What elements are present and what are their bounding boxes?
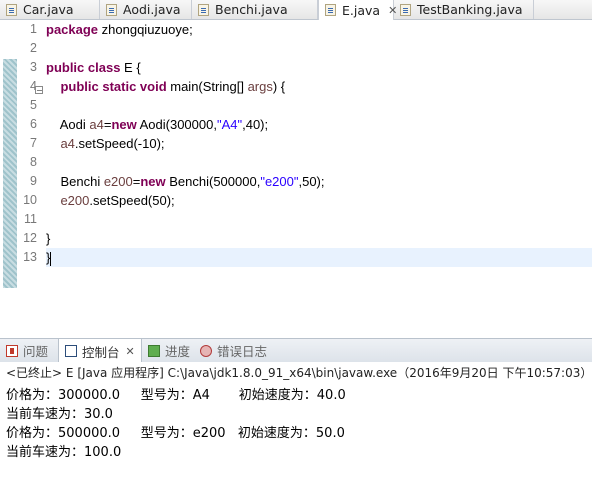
text-caret xyxy=(50,251,52,266)
line-number: 2 xyxy=(30,41,37,55)
line-number: 10 xyxy=(23,193,37,207)
code-line: e200.setSpeed(50); xyxy=(46,191,592,210)
console-output-line: 当前车速为：100.0 xyxy=(6,445,122,460)
line-number: 12 xyxy=(23,231,37,245)
line-number: 11 xyxy=(24,212,37,226)
tab-aodi-java[interactable]: Aodi.java xyxy=(100,0,192,19)
line-number: 13 xyxy=(23,250,37,264)
console-icon xyxy=(65,345,77,357)
code-text-span: zhongqiuzuoye; xyxy=(98,22,193,37)
line-number: 5 xyxy=(30,98,37,112)
variable: a4 xyxy=(89,117,104,132)
tab-label: 错误日志 xyxy=(217,344,268,359)
problems-icon xyxy=(6,344,18,357)
tab-car-java[interactable]: Car.java xyxy=(0,0,100,19)
view-tab-bar: 问题 控制台 ✕ 进度 错误日志 xyxy=(0,338,592,363)
line-number: 7 xyxy=(30,136,37,150)
java-file-icon xyxy=(325,4,336,16)
line-number: 4 xyxy=(30,79,37,93)
code-text-span: Aodi(300000, xyxy=(136,117,217,132)
tab-label: 控制台 xyxy=(82,344,120,360)
tab-label: 进度 xyxy=(165,344,191,359)
code-line: Benchi e200=new Benchi(500000,"e200",50)… xyxy=(46,172,592,191)
code-text-span: Benchi(500000, xyxy=(165,174,261,189)
variable: e200 xyxy=(60,193,90,208)
console-status-line: <已终止> E [Java 应用程序] C:\Java\jdk1.8.0_91_… xyxy=(6,366,592,380)
variable: e200 xyxy=(103,174,133,189)
progress-icon xyxy=(148,344,160,357)
java-file-icon xyxy=(198,3,209,16)
tab-problems[interactable]: 问题 xyxy=(6,339,48,362)
fold-collapse-icon[interactable]: − xyxy=(35,86,43,95)
tab-label: TestBanking.java xyxy=(417,2,523,17)
console-output-line: 当前车速为：30.0 xyxy=(6,407,113,422)
code-line: public static void main(String[] args) { xyxy=(46,77,592,96)
code-line: Aodi a4=new Aodi(300000,"A4",40); xyxy=(46,115,592,134)
code-text-span: Aodi xyxy=(59,117,90,132)
tab-error-log[interactable]: 错误日志 xyxy=(200,339,267,362)
java-file-icon xyxy=(6,3,17,16)
tab-label: Benchi.java xyxy=(215,2,288,17)
keyword: public static void xyxy=(60,79,167,94)
code-line: } xyxy=(46,229,592,248)
tab-progress[interactable]: 进度 xyxy=(148,339,190,362)
code-text-span: .setSpeed(50); xyxy=(89,193,175,208)
tab-benchi-java[interactable]: Benchi.java xyxy=(192,0,318,19)
string-literal: "e200" xyxy=(260,174,299,189)
code-text-span: ,40); xyxy=(242,117,269,132)
code-line: a4.setSpeed(-10); xyxy=(46,134,592,153)
line-number: 8 xyxy=(30,155,37,169)
tab-label: Car.java xyxy=(23,2,74,17)
code-text-span: .setSpeed(-10); xyxy=(74,136,165,151)
line-number: 3 xyxy=(30,60,37,74)
java-file-icon xyxy=(106,3,117,16)
keyword: public class xyxy=(46,60,121,75)
keyword: package xyxy=(46,22,99,37)
code-text-span: E { xyxy=(120,60,141,75)
variable: args xyxy=(247,79,273,94)
console-output-line: 价格为：500000.0 型号为：e200 初始速度为：50.0 xyxy=(6,426,345,441)
editor-tab-bar: Car.java Aodi.java Benchi.java E.java ✕ … xyxy=(0,0,592,20)
tab-label: E.java xyxy=(342,2,381,18)
code-text-span: ,50); xyxy=(298,174,325,189)
console-output[interactable]: <已终止> E [Java 应用程序] C:\Java\jdk1.8.0_91_… xyxy=(0,362,592,478)
code-text-span: Benchi xyxy=(60,174,104,189)
keyword: new xyxy=(111,117,137,132)
code-text-span: } xyxy=(46,231,51,246)
code-editor[interactable]: 1 2 3 4 5 6 7 8 9 10 11 12 13 − package … xyxy=(0,20,592,320)
tab-testbanking-java[interactable]: TestBanking.java xyxy=(394,0,534,19)
close-icon[interactable]: ✕ xyxy=(126,345,135,358)
java-file-icon xyxy=(400,3,411,16)
variable: a4 xyxy=(60,136,75,151)
code-text[interactable]: package zhongqiuzuoye; public class E { … xyxy=(46,20,592,267)
code-line: public class E { xyxy=(46,58,592,77)
code-text-span: main(String[] xyxy=(166,79,248,94)
string-literal: "A4" xyxy=(216,117,243,132)
tab-e-java[interactable]: E.java ✕ xyxy=(318,0,397,20)
code-line: package zhongqiuzuoye; xyxy=(46,20,592,39)
console-output-line: 价格为：300000.0 型号为：A4 初始速度为：40.0 xyxy=(6,388,346,403)
line-number: 1 xyxy=(30,22,37,36)
tab-console[interactable]: 控制台 ✕ xyxy=(58,339,142,363)
line-number-gutter: 1 2 3 4 5 6 7 8 9 10 11 12 13 xyxy=(17,20,37,267)
code-text-span: ) { xyxy=(272,79,286,94)
error-log-icon xyxy=(200,344,212,357)
keyword: new xyxy=(140,174,166,189)
current-code-line: } xyxy=(46,248,592,267)
line-number: 9 xyxy=(30,174,37,188)
line-number: 6 xyxy=(30,117,37,131)
change-ruler xyxy=(3,59,17,288)
tab-label: Aodi.java xyxy=(123,2,181,17)
tab-label: 问题 xyxy=(23,344,49,359)
